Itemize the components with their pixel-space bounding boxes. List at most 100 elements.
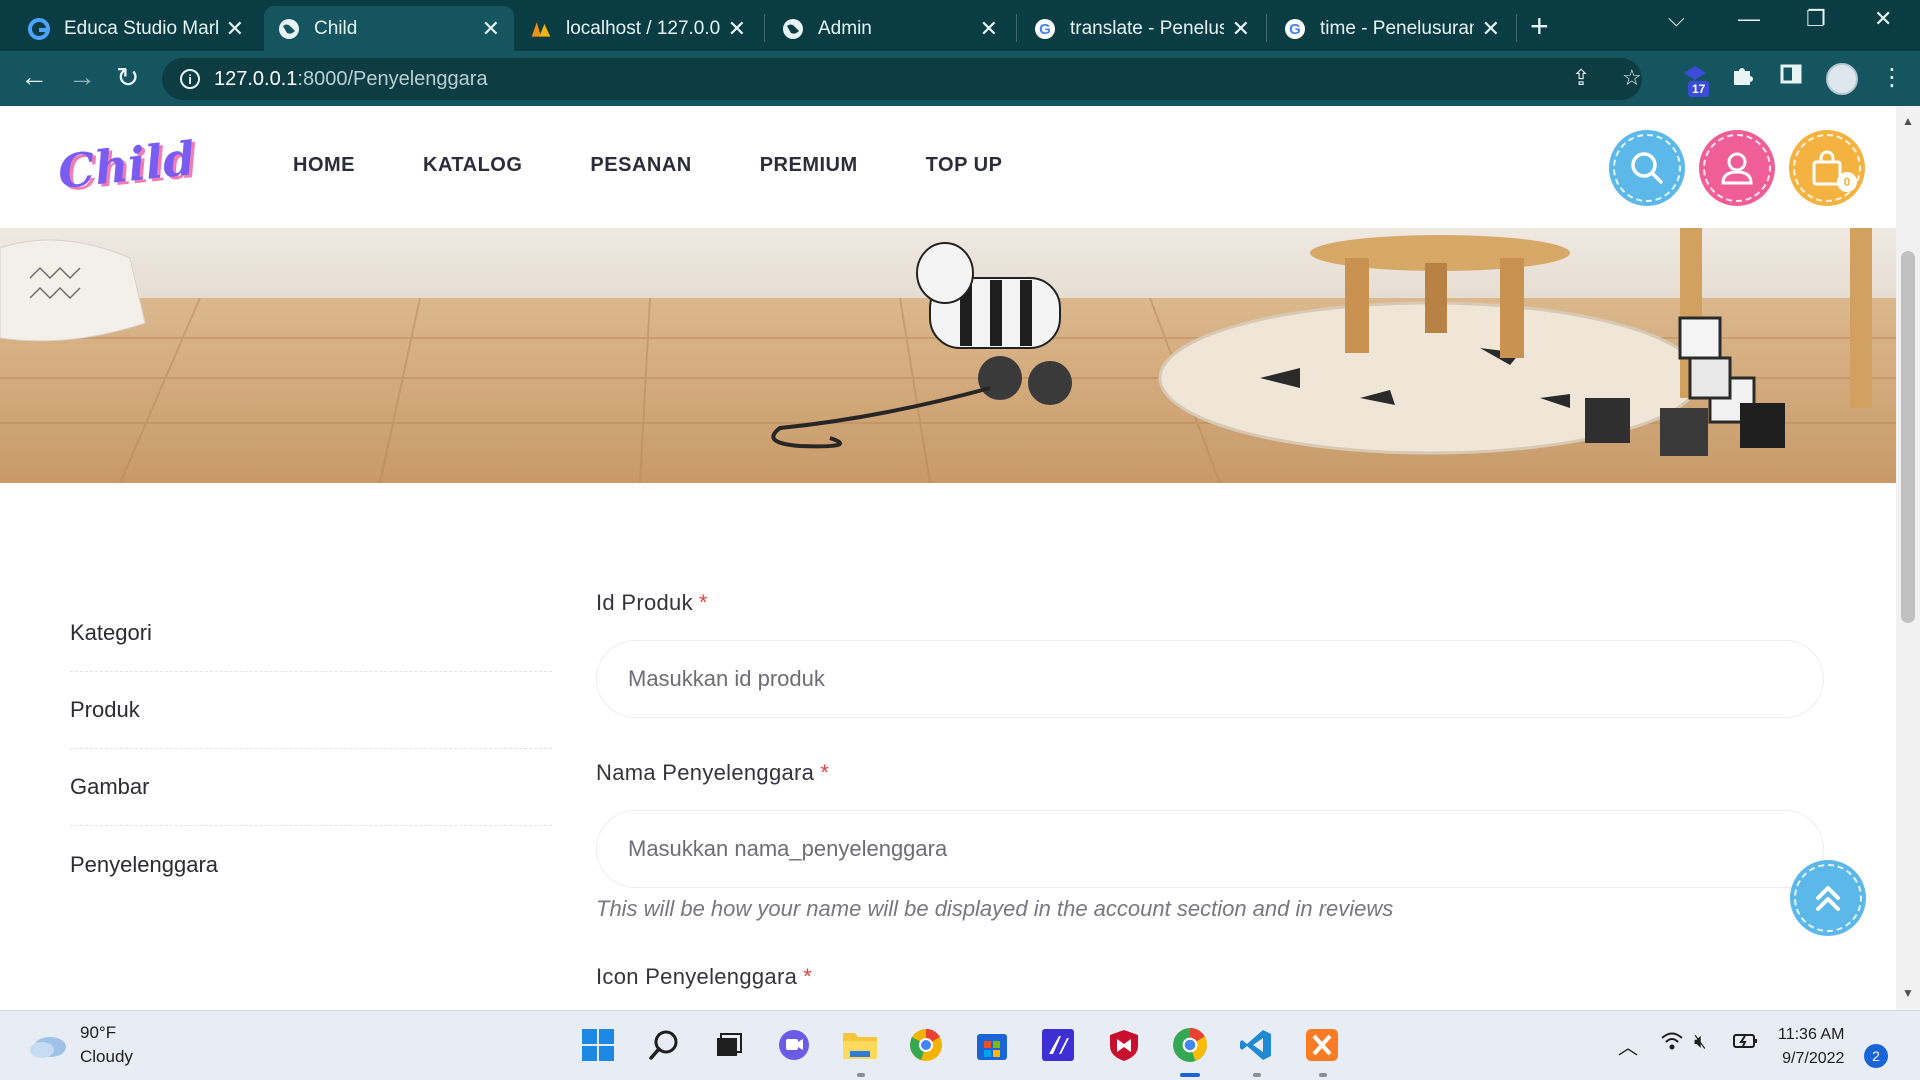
mcafee-icon[interactable] <box>1104 1025 1144 1065</box>
tab-title: localhost / 127.0.0.1 <box>566 17 720 39</box>
search-button[interactable] <box>1609 130 1685 206</box>
menu-katalog[interactable]: KATALOG <box>423 154 522 177</box>
tab-title: translate - Penelusu <box>1070 17 1224 39</box>
tab-title: time - Penelusuran <box>1320 17 1474 39</box>
scroll-up-arrow-icon[interactable]: ▲ <box>1902 114 1914 128</box>
tab-child[interactable]: Child ✕ <box>264 6 514 51</box>
running-indicator <box>1319 1073 1327 1077</box>
id-produk-label: Id Produk * <box>596 590 1826 616</box>
svg-text:G: G <box>1289 21 1301 38</box>
code-editor-icon[interactable] <box>1038 1025 1078 1065</box>
menu-top-up[interactable]: TOP UP <box>926 154 1003 177</box>
menu-pesanan[interactable]: PESANAN <box>590 154 691 177</box>
back-arrow-icon[interactable]: ← <box>20 61 48 93</box>
close-icon[interactable]: ✕ <box>482 16 500 42</box>
close-icon[interactable]: ✕ <box>980 16 998 42</box>
tab-title: Educa Studio Marke <box>64 17 218 39</box>
sidebar-item-produk[interactable]: Produk <box>70 672 552 749</box>
search-icon[interactable] <box>644 1025 684 1065</box>
cart-button[interactable]: 0 <box>1789 130 1865 206</box>
tray-overflow-chevron-icon[interactable]: ︿ <box>1618 1031 1638 1060</box>
url-path: :8000/Penyelenggara <box>297 67 488 90</box>
side-panel-icon[interactable] <box>1780 63 1802 92</box>
share-icon[interactable]: ⇪ <box>1572 65 1590 91</box>
scroll-down-arrow-icon[interactable]: ▼ <box>1902 986 1914 1000</box>
window-close-icon[interactable]: ✕ <box>1874 6 1892 32</box>
site-info-icon[interactable]: i <box>180 69 200 89</box>
bookmark-star-icon[interactable]: ☆ <box>1622 65 1642 91</box>
sidebar-item-kategori[interactable]: Kategori <box>70 595 552 672</box>
google-icon: G <box>1034 18 1056 40</box>
forward-arrow-icon[interactable]: → <box>68 61 96 93</box>
tab-admin[interactable]: Admin ✕ <box>768 6 1012 51</box>
button-ring <box>1613 134 1681 202</box>
close-icon[interactable]: ✕ <box>1482 16 1500 42</box>
minimize-icon[interactable]: — <box>1738 6 1760 32</box>
required-marker: * <box>803 964 812 989</box>
penyelenggara-form: Id Produk* Nama Penyelenggara* This will… <box>596 590 1826 1044</box>
xampp-icon[interactable] <box>1302 1025 1342 1065</box>
weather-widget[interactable]: 90°F Cloudy <box>28 1021 133 1069</box>
clock-time: 11:36 AM <box>1778 1026 1845 1043</box>
tab-time[interactable]: G time - Penelusuran ✕ <box>1270 6 1514 51</box>
site-header: Child HOME KATALOG PESANAN PREMIUM TOP U… <box>0 106 1896 228</box>
sidebar-item-penyelenggara[interactable]: Penyelenggara <box>70 826 552 903</box>
profile-avatar[interactable] <box>1826 63 1858 95</box>
menu-home[interactable]: HOME <box>293 154 355 177</box>
puzzle-extensions-icon[interactable] <box>1730 63 1754 94</box>
tab-search-chevron-icon[interactable]: ⌵ <box>1668 6 1685 32</box>
tab-separator <box>1016 14 1017 42</box>
clock-date: 9/7/2022 <box>1782 1050 1845 1067</box>
microsoft-store-icon[interactable] <box>972 1025 1012 1065</box>
google-icon: G <box>1284 18 1306 40</box>
back-to-top-button[interactable] <box>1790 860 1866 936</box>
close-icon[interactable]: ✕ <box>226 16 244 42</box>
chrome-canary-icon[interactable] <box>906 1025 946 1065</box>
chat-icon[interactable] <box>774 1025 814 1065</box>
close-icon[interactable]: ✕ <box>1232 16 1250 42</box>
weather-temp: 90°F <box>80 1023 117 1042</box>
extension-badge: 17 <box>1688 81 1710 97</box>
tab-phpmyadmin[interactable]: localhost / 127.0.0.1 ✕ <box>516 6 760 51</box>
tab-educa[interactable]: Educa Studio Marke ✕ <box>14 6 258 51</box>
url-input[interactable]: i 127.0.0.1:8000/Penyelenggara <box>162 58 1642 100</box>
id-produk-input[interactable] <box>596 640 1824 718</box>
globe-icon <box>782 18 804 40</box>
sidebar-item-gambar[interactable]: Gambar <box>70 749 552 826</box>
icon-penyelenggara-label: Icon Penyelenggara * <box>596 964 1826 990</box>
system-clock[interactable]: 11:36 AM 9/7/2022 <box>1778 1023 1844 1071</box>
new-tab-button[interactable]: + <box>1530 8 1549 45</box>
nama-penyelenggara-hint: This will be how your name will be displ… <box>596 896 1394 921</box>
task-view-icon[interactable] <box>708 1025 748 1065</box>
notification-count-badge[interactable]: 2 <box>1864 1044 1888 1068</box>
page-scrollbar[interactable]: ▲ ▼ <box>1896 106 1920 1010</box>
windows-taskbar: 90°F Cloudy ︿ 🔇︎ 11:36 AM 9/7/2022 2 <box>0 1010 1920 1080</box>
scrollbar-thumb[interactable] <box>1901 251 1915 623</box>
nama-penyelenggara-input[interactable] <box>596 810 1824 888</box>
tab-translate[interactable]: G translate - Penelusu ✕ <box>1020 6 1264 51</box>
icon-penyelenggara-label-text: Icon Penyelenggara <box>596 964 798 989</box>
chrome-icon[interactable] <box>1170 1025 1210 1065</box>
tab-title: Child <box>314 17 358 39</box>
restore-icon[interactable]: ❐ <box>1806 6 1826 32</box>
menu-premium[interactable]: PREMIUM <box>760 154 858 177</box>
id-produk-label-text: Id Produk <box>596 590 693 615</box>
tab-separator <box>1516 14 1517 42</box>
menu-kebab-icon[interactable]: ⋮ <box>1880 63 1904 92</box>
required-marker: * <box>698 590 708 615</box>
close-icon[interactable]: ✕ <box>728 16 746 42</box>
running-indicator <box>1253 1073 1261 1077</box>
file-explorer-icon[interactable] <box>840 1025 880 1065</box>
main-menu: HOME KATALOG PESANAN PREMIUM TOP UP <box>293 154 1070 177</box>
wifi-icon[interactable] <box>1660 1031 1684 1057</box>
svg-text:G: G <box>1039 21 1051 38</box>
category-sidebar: Kategori Produk Gambar Penyelenggara <box>70 595 552 903</box>
volume-muted-icon[interactable]: 🔇︎ <box>1694 1031 1707 1054</box>
site-logo[interactable]: Child <box>56 131 198 199</box>
battery-charging-icon[interactable] <box>1732 1031 1760 1057</box>
reload-icon[interactable]: ↻ <box>116 61 139 94</box>
windows-start-icon[interactable] <box>578 1025 618 1065</box>
tab-separator <box>764 14 765 42</box>
vscode-icon[interactable] <box>1236 1025 1276 1065</box>
account-button[interactable] <box>1699 130 1775 206</box>
